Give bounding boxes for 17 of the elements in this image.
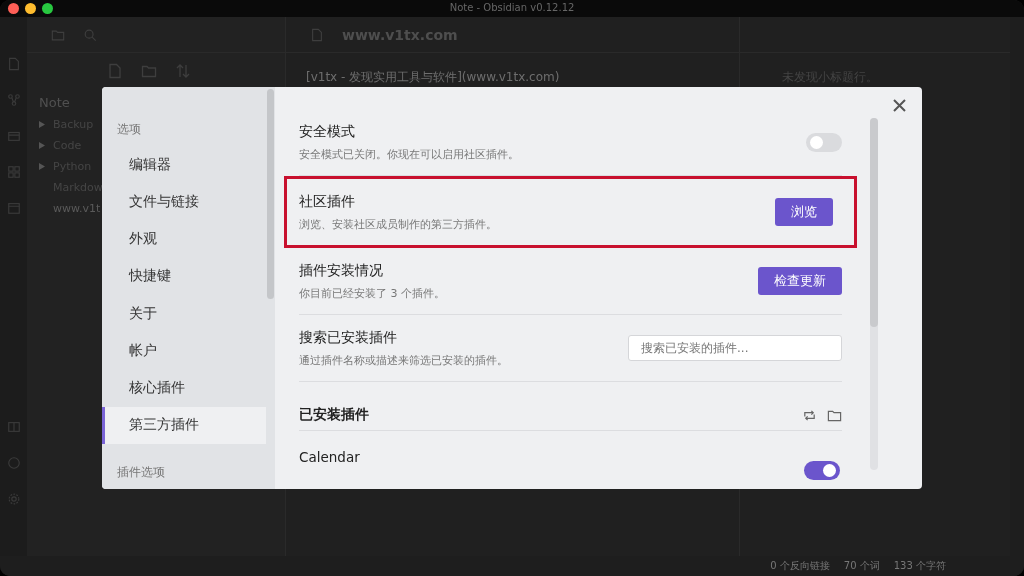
note-text: [v1tx - 发现实用工具与软件](www.v1tx.com) [305,69,561,86]
section-heading: 已安装插件 [299,406,370,424]
status-text: 0 个反向链接 [770,559,830,573]
status-text: 70 个词 [843,559,880,573]
plugin-name: Calendar [299,449,361,465]
setting-description: 通过插件名称或描述来筛选已安装的插件。 [299,352,509,368]
section-heading: 选项 [116,121,142,138]
setting-title: 插件安装情况 [299,261,384,280]
setting-description: 你目前已经安装了 3 个插件。 [299,285,446,301]
setting-title: 安全模式 [299,122,356,141]
setting-title: 社区插件 [299,192,356,211]
setting-description: 浏览、安装社区成员制作的第三方插件。 [299,216,498,232]
setting-description: 安全模式已关闭。你现在可以启用社区插件。 [299,146,520,162]
section-heading: 插件选项 [116,464,166,481]
window-title: Note - Obsidian v0.12.12 [449,2,575,13]
status-text: 133 个字符 [893,559,946,573]
setting-title: 搜索已安装插件 [299,328,398,347]
